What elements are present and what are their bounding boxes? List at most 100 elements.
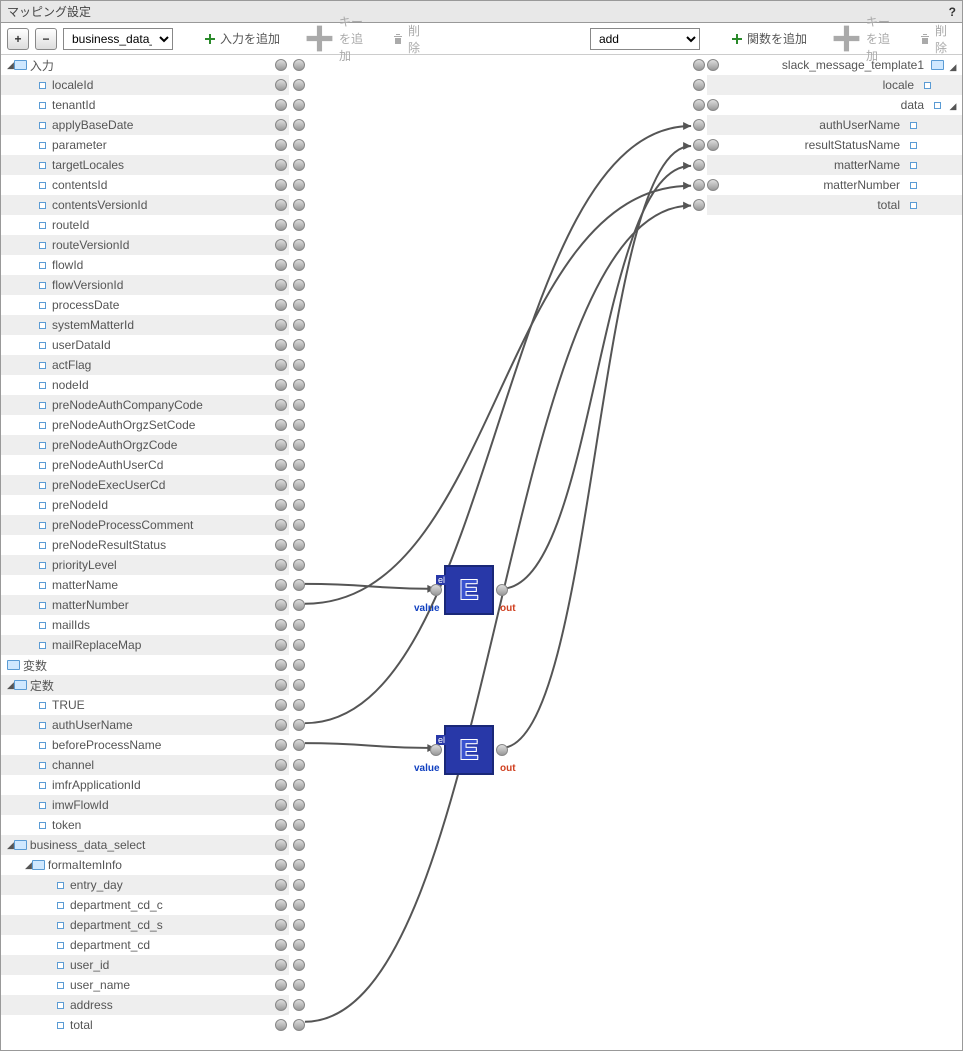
left-tree-row[interactable]: preNodeAuthUserCd xyxy=(1,455,289,475)
left-port-outer[interactable] xyxy=(275,999,287,1011)
fn-in-port[interactable] xyxy=(430,744,442,756)
left-tree-row[interactable]: actFlag xyxy=(1,355,289,375)
left-port[interactable] xyxy=(293,599,305,611)
left-tree-row[interactable]: authUserName xyxy=(1,715,289,735)
left-port[interactable] xyxy=(293,79,305,91)
left-port[interactable] xyxy=(293,339,305,351)
left-tree-row[interactable]: preNodeExecUserCd xyxy=(1,475,289,495)
left-select[interactable]: business_data_se xyxy=(63,28,173,50)
left-port[interactable] xyxy=(293,419,305,431)
left-tree-row[interactable]: preNodeId xyxy=(1,495,289,515)
left-tree-row[interactable]: flowId xyxy=(1,255,289,275)
left-port[interactable] xyxy=(293,539,305,551)
add-input-button[interactable]: 入力を追加 xyxy=(195,28,289,50)
left-port-outer[interactable] xyxy=(275,499,287,511)
left-port[interactable] xyxy=(293,719,305,731)
left-port[interactable] xyxy=(293,999,305,1011)
left-port[interactable] xyxy=(293,699,305,711)
delete-button-2[interactable]: 削除 xyxy=(910,28,956,50)
left-tree-row[interactable]: ◢定数 xyxy=(1,675,289,695)
left-port-outer[interactable] xyxy=(275,459,287,471)
right-tree-row[interactable]: matterNumber xyxy=(707,175,962,195)
left-tree-row[interactable]: flowVersionId xyxy=(1,275,289,295)
left-tree-row[interactable]: userDataId xyxy=(1,335,289,355)
collapse-all-button[interactable]: − xyxy=(35,28,57,50)
left-port-outer[interactable] xyxy=(275,79,287,91)
left-port-outer[interactable] xyxy=(275,979,287,991)
left-port-outer[interactable] xyxy=(275,59,287,71)
left-port[interactable] xyxy=(293,859,305,871)
left-port-outer[interactable] xyxy=(275,259,287,271)
left-port-outer[interactable] xyxy=(275,839,287,851)
left-port-outer[interactable] xyxy=(275,639,287,651)
left-port-outer[interactable] xyxy=(275,659,287,671)
left-port-outer[interactable] xyxy=(275,139,287,151)
right-port[interactable] xyxy=(693,99,705,111)
left-port[interactable] xyxy=(293,399,305,411)
expand-icon[interactable]: ◢ xyxy=(948,62,958,73)
function-node[interactable]: Eel xyxy=(444,725,494,775)
left-port-outer[interactable] xyxy=(275,799,287,811)
left-tree-row[interactable]: tenantId xyxy=(1,95,289,115)
left-port-outer[interactable] xyxy=(275,199,287,211)
left-port-outer[interactable] xyxy=(275,219,287,231)
left-port[interactable] xyxy=(293,739,305,751)
left-port-outer[interactable] xyxy=(275,719,287,731)
left-port[interactable] xyxy=(293,519,305,531)
left-tree-row[interactable]: contentsId xyxy=(1,175,289,195)
fn-out-port[interactable] xyxy=(496,584,508,596)
left-tree-row[interactable]: routeVersionId xyxy=(1,235,289,255)
left-port-outer[interactable] xyxy=(275,579,287,591)
left-tree-row[interactable]: targetLocales xyxy=(1,155,289,175)
add-key-button-2[interactable]: キーを追加 xyxy=(822,28,904,50)
left-tree-row[interactable]: address xyxy=(1,995,289,1015)
left-port-outer[interactable] xyxy=(275,179,287,191)
left-port-outer[interactable] xyxy=(275,919,287,931)
left-port-outer[interactable] xyxy=(275,319,287,331)
left-port-outer[interactable] xyxy=(275,879,287,891)
left-port[interactable] xyxy=(293,939,305,951)
left-port[interactable] xyxy=(293,239,305,251)
left-port[interactable] xyxy=(293,659,305,671)
left-port[interactable] xyxy=(293,979,305,991)
left-tree-row[interactable]: preNodeAuthOrgzCode xyxy=(1,435,289,455)
fn-out-port[interactable] xyxy=(496,744,508,756)
left-port[interactable] xyxy=(293,499,305,511)
left-port[interactable] xyxy=(293,99,305,111)
expand-all-button[interactable]: + xyxy=(7,28,29,50)
left-tree-row[interactable]: preNodeAuthCompanyCode xyxy=(1,395,289,415)
left-port-outer[interactable] xyxy=(275,159,287,171)
left-tree-row[interactable]: user_id xyxy=(1,955,289,975)
left-port-outer[interactable] xyxy=(275,959,287,971)
left-port[interactable] xyxy=(293,579,305,591)
left-tree-row[interactable]: parameter xyxy=(1,135,289,155)
right-select[interactable]: add xyxy=(590,28,700,50)
left-port-outer[interactable] xyxy=(275,279,287,291)
left-port[interactable] xyxy=(293,319,305,331)
left-port-outer[interactable] xyxy=(275,519,287,531)
mapping-canvas[interactable]: EelvalueoutEelvalueout xyxy=(289,55,707,1050)
left-port[interactable] xyxy=(293,439,305,451)
left-port-outer[interactable] xyxy=(275,339,287,351)
left-port-outer[interactable] xyxy=(275,779,287,791)
left-tree-row[interactable]: total xyxy=(1,1015,289,1035)
right-tree-row[interactable]: total xyxy=(707,195,962,215)
right-tree-row[interactable]: data ◢ xyxy=(707,95,962,115)
left-port-outer[interactable] xyxy=(275,299,287,311)
add-key-button[interactable]: キーを追加 xyxy=(295,28,377,50)
left-port-outer[interactable] xyxy=(275,899,287,911)
fn-in-port[interactable] xyxy=(430,584,442,596)
left-port[interactable] xyxy=(293,139,305,151)
left-port[interactable] xyxy=(293,799,305,811)
left-port[interactable] xyxy=(293,59,305,71)
left-port[interactable] xyxy=(293,879,305,891)
left-port-outer[interactable] xyxy=(275,939,287,951)
left-port[interactable] xyxy=(293,159,305,171)
left-tree-row[interactable]: preNodeResultStatus xyxy=(1,535,289,555)
left-port-outer[interactable] xyxy=(275,699,287,711)
left-port[interactable] xyxy=(293,479,305,491)
left-tree-row[interactable]: contentsVersionId xyxy=(1,195,289,215)
right-port[interactable] xyxy=(693,119,705,131)
left-tree-row[interactable]: priorityLevel xyxy=(1,555,289,575)
right-port[interactable] xyxy=(693,79,705,91)
